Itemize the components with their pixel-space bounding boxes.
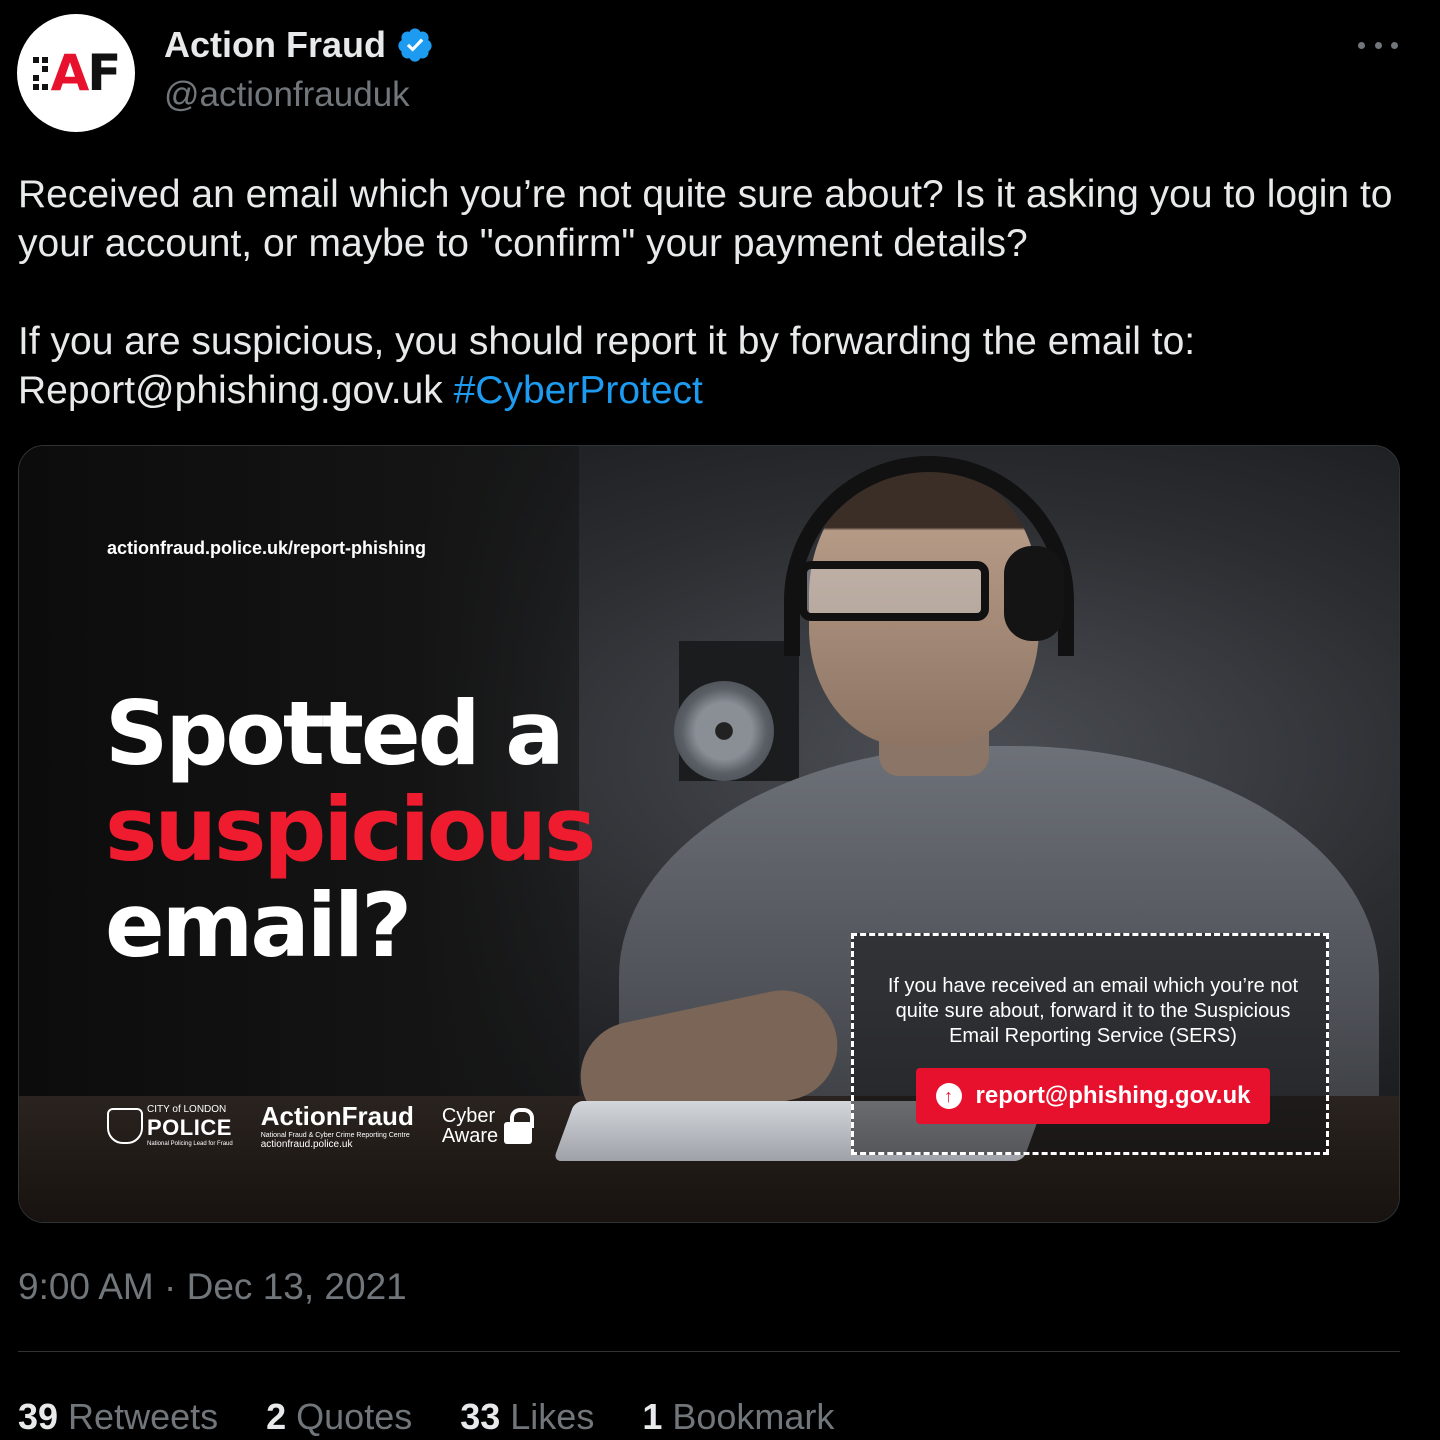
more-options-icon[interactable] bbox=[1358, 30, 1398, 60]
tweet-paragraph-2: If you are suspicious, you should report… bbox=[18, 317, 1418, 415]
police-logo-big: POLICE bbox=[147, 1115, 232, 1140]
author-handle[interactable]: @actionfrauduk bbox=[164, 75, 410, 115]
hashtag-link[interactable]: #CyberProtect bbox=[454, 369, 703, 412]
stat-retweets[interactable]: 39 Retweets bbox=[18, 1396, 218, 1438]
stat-label: Quotes bbox=[296, 1396, 413, 1437]
arrow-up-icon: ↑ bbox=[935, 1083, 962, 1109]
cyber-aware-line-1: Cyber bbox=[441, 1104, 496, 1127]
stat-label: Retweets bbox=[68, 1396, 219, 1437]
stat-count: 39 bbox=[18, 1396, 59, 1437]
headline-line-2: suspicious bbox=[105, 778, 596, 881]
tweet-paragraph-1: Received an email which you’re not quite… bbox=[18, 173, 1393, 265]
display-name[interactable]: Action Fraud bbox=[164, 24, 386, 66]
stat-bookmarks[interactable]: 1 Bookmark bbox=[642, 1396, 834, 1438]
author-name-row: Action Fraud bbox=[164, 24, 434, 66]
sers-callout: If you have received an email which you’… bbox=[851, 933, 1329, 1155]
avatar[interactable]: AF bbox=[17, 14, 135, 132]
padlock-icon bbox=[504, 1107, 535, 1144]
tweet-text: Received an email which you’re not quite… bbox=[18, 170, 1418, 464]
police-logo-tiny: National Policing Lead for Fraud bbox=[147, 1141, 233, 1147]
stat-count: 2 bbox=[266, 1396, 287, 1437]
police-logo-small: CITY of LONDON bbox=[147, 1104, 227, 1115]
stat-count: 1 bbox=[642, 1396, 663, 1437]
headphone-earcup bbox=[1004, 546, 1064, 641]
stat-quotes[interactable]: 2 Quotes bbox=[266, 1396, 412, 1438]
engagement-stats: 39 Retweets 2 Quotes 33 Likes 1 Bookmark bbox=[18, 1396, 834, 1438]
police-crest-icon bbox=[107, 1107, 143, 1144]
media-image[interactable]: actionfraud.police.uk/report-phishing Sp… bbox=[18, 445, 1400, 1223]
campaign-headline: Spotted a suspicious email? bbox=[105, 682, 596, 977]
partner-logos: CITY of LONDON POLICE National Policing … bbox=[107, 1101, 535, 1150]
cyber-aware-logo: Cyber Aware bbox=[441, 1104, 535, 1147]
tweet: AF Action Fraud @actionfrauduk Received … bbox=[0, 0, 1440, 1440]
stat-label: Bookmark bbox=[672, 1396, 835, 1437]
cd-disc-icon bbox=[674, 681, 774, 781]
action-fraud-wordmark: ActionFraud National Fraud & Cyber Crime… bbox=[261, 1101, 414, 1150]
headline-line-3: email? bbox=[105, 874, 412, 977]
city-of-london-police-logo: CITY of LONDON POLICE National Policing … bbox=[107, 1104, 233, 1147]
campaign-url: actionfraud.police.uk/report-phishing bbox=[107, 538, 427, 558]
af-wordmark-url: actionfraud.police.uk bbox=[260, 1139, 353, 1150]
tweet-timestamp[interactable]: 9:00 AM · Dec 13, 2021 bbox=[18, 1266, 407, 1308]
headline-line-1: Spotted a bbox=[105, 682, 565, 785]
af-wordmark-big: ActionFraud bbox=[260, 1101, 414, 1131]
action-fraud-logo-icon: AF bbox=[32, 44, 121, 102]
cyber-aware-line-2: Aware bbox=[441, 1124, 499, 1147]
stat-label: Likes bbox=[510, 1396, 595, 1437]
stat-likes[interactable]: 33 Likes bbox=[460, 1396, 594, 1438]
report-email-label: report@phishing.gov.uk bbox=[975, 1082, 1251, 1109]
af-wordmark-tiny: National Fraud & Cyber Crime Reporting C… bbox=[260, 1132, 410, 1139]
stat-count: 33 bbox=[460, 1396, 501, 1437]
divider bbox=[18, 1351, 1400, 1352]
verified-badge-icon bbox=[398, 28, 432, 62]
sers-text: If you have received an email which you’… bbox=[887, 975, 1299, 1047]
report-email-button: ↑ report@phishing.gov.uk bbox=[916, 1068, 1270, 1124]
